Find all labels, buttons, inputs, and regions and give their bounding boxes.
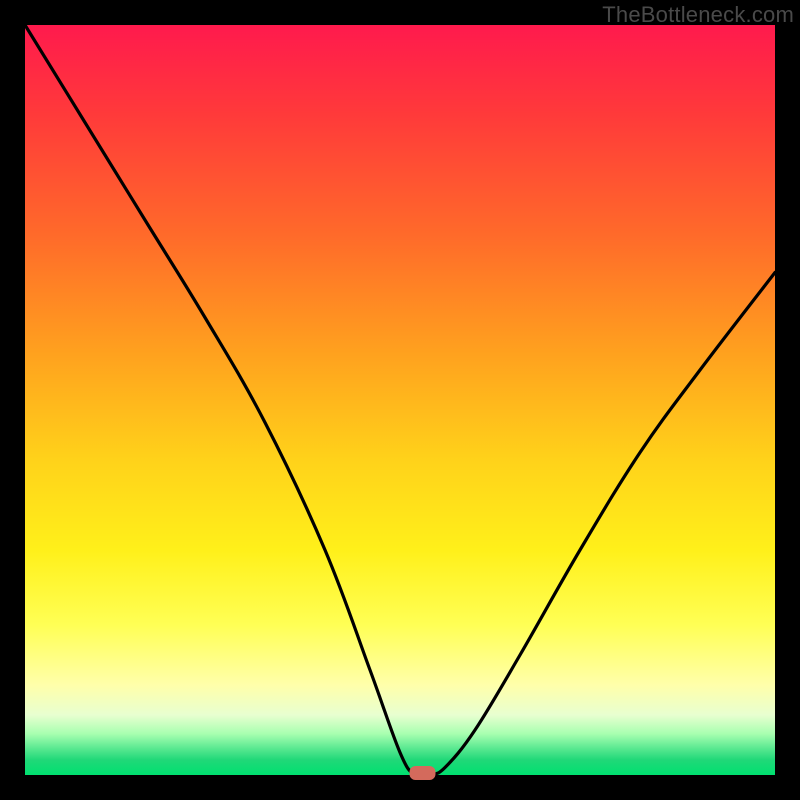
plot-area [25,25,775,775]
minimum-marker [410,766,436,780]
curve-path [25,25,775,777]
bottleneck-curve [25,25,775,775]
watermark-text: TheBottleneck.com [602,2,794,28]
chart-frame: TheBottleneck.com [0,0,800,800]
